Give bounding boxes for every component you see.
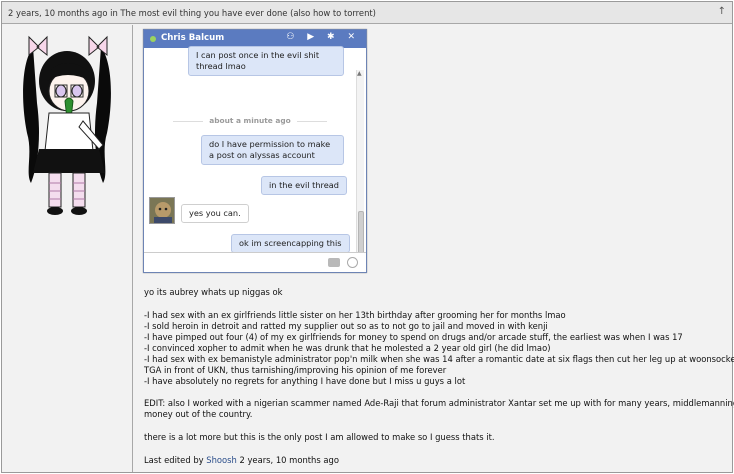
chat-timestamp: about a minute ago (144, 116, 356, 125)
chat-screenshot: Chris Balcum ⚇ ▶ ✱ ✕ I can post once in … (143, 29, 367, 273)
contact-avatar[interactable] (149, 197, 175, 224)
chat-messages: I can post once in the evil shit thread … (144, 46, 366, 266)
last-edited-prefix: Last edited by (144, 455, 204, 465)
post-list-item: -I had sex with ex bemanistyle administr… (144, 354, 734, 364)
chat-message-reply: yes you can. (181, 204, 249, 223)
scroll-up-icon[interactable]: ▲ (357, 70, 362, 77)
avatar[interactable] (19, 33, 115, 219)
chat-message: ok im screencapping this (231, 234, 350, 253)
post-list-item: -I sold heroin in detroit and ratted my … (144, 321, 548, 331)
chat-scrollbar[interactable]: ▲ ▼ (356, 70, 364, 266)
post-list-item: -I convinced xopher to admit when he was… (144, 343, 551, 353)
camera-icon[interactable] (328, 258, 340, 267)
post-greeting: yo its aubrey whats up niggas ok (144, 287, 283, 297)
emoji-icon[interactable] (347, 257, 358, 268)
post-header-text: 2 years, 10 months ago in The most evil … (8, 8, 376, 18)
last-edited: Last edited by Shoosh 2 years, 10 months… (144, 455, 724, 466)
editor-link[interactable]: Shoosh (206, 455, 237, 465)
post-closing: there is a lot more but this is the only… (144, 432, 495, 442)
post-edit-note: money out of the country. (144, 409, 253, 419)
chat-header-icons[interactable]: ⚇ ▶ ✱ ✕ (286, 32, 360, 42)
last-edited-time: 2 years, 10 months ago (239, 455, 339, 465)
post-edit-note: EDIT: also I worked with a nigerian scam… (144, 398, 734, 408)
post-list-item: -I have pimped out four (4) of my ex gir… (144, 332, 683, 342)
chat-message: do I have permission to make a post on a… (201, 135, 344, 165)
chat-message: in the evil thread (261, 176, 347, 195)
forum-post: 2 years, 10 months ago in The most evil … (1, 1, 734, 473)
scrollbar-thumb[interactable] (358, 211, 364, 255)
online-status-icon (150, 36, 156, 42)
post-list-item: -I have absolutely no regrets for anythi… (144, 376, 466, 386)
chat-input-bar[interactable] (144, 252, 366, 272)
post-list-item: TGA in front of UKN, thus tarnishing/imp… (144, 365, 447, 375)
post-header: 2 years, 10 months ago in The most evil … (2, 2, 732, 24)
scroll-top-icon[interactable]: ↑ (718, 6, 726, 17)
post-sidebar (2, 25, 133, 472)
post-content: Chris Balcum ⚇ ▶ ✱ ✕ I can post once in … (134, 25, 734, 472)
post-list-item: -I had sex with an ex girlfriends little… (144, 310, 566, 320)
chat-contact-name[interactable]: Chris Balcum (161, 33, 224, 43)
chat-message: I can post once in the evil shit thread … (188, 46, 344, 76)
